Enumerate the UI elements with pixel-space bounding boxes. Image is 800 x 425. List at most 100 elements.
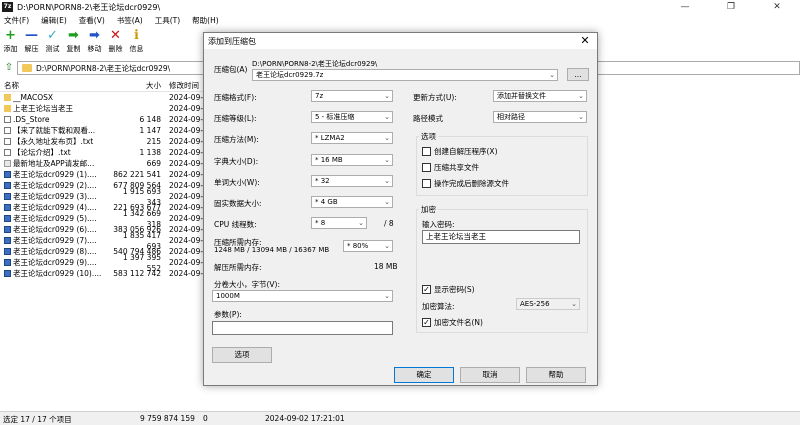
info-button[interactable]: ℹ 信息 xyxy=(126,28,147,58)
file-name-cell: 老王论坛dcr0929 (2).... xyxy=(0,180,108,191)
password-input[interactable]: 上老王论坛当老王 xyxy=(422,230,580,244)
format-select[interactable]: 7z ⌄ xyxy=(311,90,393,102)
file-row[interactable]: 老王论坛dcr0929 (4).... 221 693 677 2024-09-0 xyxy=(0,202,210,213)
word-size-select[interactable]: * 32 ⌄ xyxy=(311,175,393,187)
file-row[interactable]: .DS_Store 6 148 2024-09-0 xyxy=(0,114,210,125)
up-folder-icon[interactable]: ⇧ xyxy=(2,61,16,75)
file-row[interactable]: 老王论坛dcr0929 (7).... 1 835 417 693 2024-09-… xyxy=(0,231,210,251)
update-mode-select[interactable]: 添加并替换文件 ⌄ xyxy=(493,90,587,102)
file-row[interactable]: __MACOSX 2024-09-0 xyxy=(0,92,210,103)
encryption-group-title: 加密 xyxy=(419,204,438,215)
file-row[interactable]: 老王论坛dcr0929 (3).... 1 915 693 343 2024-09-… xyxy=(0,187,210,207)
delete-button[interactable]: ✕ 删除 xyxy=(105,28,126,58)
compress-shared-checkbox[interactable]: 压缩共享文件 xyxy=(422,162,479,173)
folder-icon xyxy=(4,94,11,101)
7zip-app-icon: 7z xyxy=(2,2,13,12)
file-row[interactable]: 【来了就能下载和观看... 1 147 2024-09-0 xyxy=(0,125,210,136)
move-button[interactable]: ➡ 移动 xyxy=(84,28,105,58)
memory-percent-select[interactable]: * 80% ⌄ xyxy=(343,240,393,252)
file-name: 上老王论坛当老王 xyxy=(13,104,73,113)
ok-button[interactable]: 确定 xyxy=(394,367,454,383)
file-size: 1 147 xyxy=(139,126,161,135)
archive-file-icon xyxy=(4,226,11,233)
word-size-value: * 32 xyxy=(315,177,330,185)
cpu-threads-value: * 8 xyxy=(315,219,326,227)
archive-name-value: 老王论坛dcr0929.7z xyxy=(256,71,324,79)
file-name: 老王论坛dcr0929 (8).... xyxy=(13,247,97,256)
file-name-cell: 老王论坛dcr0929 (1).... xyxy=(0,169,108,180)
cancel-button[interactable]: 取消 xyxy=(460,367,520,383)
dictionary-select[interactable]: * 16 MB ⌄ xyxy=(311,154,393,166)
dialog-close-button[interactable]: ✕ xyxy=(577,34,593,47)
file-row[interactable]: 老王论坛dcr0929 (9).... 1 397 395 552 2024-09-… xyxy=(0,253,210,273)
file-row[interactable]: 【永久地址发布页】.txt 215 2024-09-0 xyxy=(0,136,210,147)
column-size[interactable]: 大小 xyxy=(108,79,164,91)
browse-button[interactable]: ... xyxy=(567,68,589,81)
solid-block-select[interactable]: * 4 GB ⌄ xyxy=(311,196,393,208)
file-name-cell: 【论坛介绍】.txt xyxy=(0,147,108,158)
file-row[interactable]: 【论坛介绍】.txt 1 138 2024-09-0 xyxy=(0,147,210,158)
archive-name-combo[interactable]: 老王论坛dcr0929.7z ⌄ xyxy=(252,69,558,81)
file-row[interactable]: 上老王论坛当老王 2024-09-0 xyxy=(0,103,210,114)
toolbar: + 添加 — 解压 ✓ 测试 ➡ 复制 ➡ 移动 ✕ 删除 ℹ 信息 xyxy=(0,28,200,58)
folder-icon xyxy=(4,105,11,112)
level-select[interactable]: 5 - 标准压缩 ⌄ xyxy=(311,111,393,123)
show-password-checkbox[interactable]: ✓ 显示密码(S) xyxy=(422,284,475,295)
menu-help[interactable]: 帮助(H) xyxy=(192,15,219,26)
encryption-method-select[interactable]: AES-256 ⌄ xyxy=(516,298,580,310)
menu-edit[interactable]: 编辑(E) xyxy=(41,15,67,26)
file-name-cell: 上老王论坛当老王 xyxy=(0,103,108,114)
delete-after-label: 操作完成后删除源文件 xyxy=(434,179,509,188)
file-row[interactable]: 老王论坛dcr0929 (10).... 583 112 742 2024-09-0 xyxy=(0,268,210,279)
menu-tools[interactable]: 工具(T) xyxy=(155,15,180,26)
format-label: 压缩格式(F): xyxy=(214,93,257,102)
decompress-memory-value: 18 MB xyxy=(374,262,398,271)
file-list-header: 名称 大小 修改时间 xyxy=(0,79,210,92)
file-row[interactable]: 老王论坛dcr0929 (1).... 862 221 541 2024-09-0 xyxy=(0,169,210,180)
add-button[interactable]: + 添加 xyxy=(0,28,21,58)
create-sfx-label: 创建自解压程序(X) xyxy=(434,147,498,156)
method-select[interactable]: * LZMA2 ⌄ xyxy=(311,132,393,144)
close-button[interactable]: ✕ xyxy=(754,0,800,14)
file-row[interactable]: 老王论坛dcr0929 (2).... 677 809 564 2024-09-0 xyxy=(0,180,210,191)
column-name[interactable]: 名称 xyxy=(0,79,108,91)
help-button[interactable]: 帮助 xyxy=(526,367,586,383)
split-volume-combo[interactable]: 1000M ⌄ xyxy=(212,290,393,302)
file-row[interactable]: 老王论坛dcr0929 (6).... 383 056 926 2024-09-0 xyxy=(0,224,210,235)
file-row[interactable]: 老王论坛dcr0929 (5).... 1 342 669 318 2024-09-… xyxy=(0,209,210,229)
file-name: 【永久地址发布页】.txt xyxy=(13,137,94,146)
file-row[interactable]: 老王论坛dcr0929 (8).... 540 794 486 2024-09-0 xyxy=(0,246,210,257)
maximize-button[interactable]: ❐ xyxy=(708,0,754,14)
archive-label: 压缩包(A) xyxy=(214,65,248,74)
file-name: 老王论坛dcr0929 (7).... xyxy=(13,236,97,245)
cpu-threads-select[interactable]: * 8 ⌄ xyxy=(311,217,367,229)
file-row[interactable]: 最新地址及APP请发邮... 669 2024-09-0 xyxy=(0,158,210,169)
delete-after-checkbox[interactable]: 操作完成后删除源文件 xyxy=(422,178,509,189)
minimize-button[interactable]: — xyxy=(662,0,708,14)
add-icon: + xyxy=(5,27,16,43)
solid-block-value: * 4 GB xyxy=(315,198,338,206)
show-password-label: 显示密码(S) xyxy=(434,285,475,294)
encrypt-filenames-checkbox[interactable]: ✓ 加密文件名(N) xyxy=(422,317,483,328)
file-rows: __MACOSX 2024-09-0 上老王论坛当老王 2024-09-0 .DS_St… xyxy=(0,92,210,279)
copy-button[interactable]: ➡ 复制 xyxy=(63,28,84,58)
menu-bookmarks[interactable]: 书签(A) xyxy=(117,15,143,26)
address-text: D:\PORN\PORN8-2\老王论坛dcr0929\ xyxy=(36,63,171,73)
update-mode-label: 更新方式(U): xyxy=(413,93,457,102)
chevron-down-icon: ⌄ xyxy=(571,300,577,308)
test-button[interactable]: ✓ 测试 xyxy=(42,28,63,58)
menu-view[interactable]: 查看(V) xyxy=(79,15,105,26)
archive-file-icon xyxy=(4,171,11,178)
status-packed: 0 xyxy=(203,414,208,423)
text-file-icon xyxy=(4,116,11,123)
options-button[interactable]: 选项 xyxy=(212,347,272,363)
level-label: 压缩等级(L): xyxy=(214,114,257,123)
dialog-title: 添加到压缩包 xyxy=(208,37,256,46)
parameters-input[interactable] xyxy=(212,321,393,335)
menu-file[interactable]: 文件(F) xyxy=(4,15,29,26)
create-sfx-checkbox[interactable]: 创建自解压程序(X) xyxy=(422,146,498,157)
path-mode-select[interactable]: 相对路径 ⌄ xyxy=(493,111,587,123)
status-total-size: 9 759 874 159 xyxy=(140,414,195,423)
file-name-cell: 【来了就能下载和观看... xyxy=(0,125,108,136)
extract-button[interactable]: — 解压 xyxy=(21,28,42,58)
